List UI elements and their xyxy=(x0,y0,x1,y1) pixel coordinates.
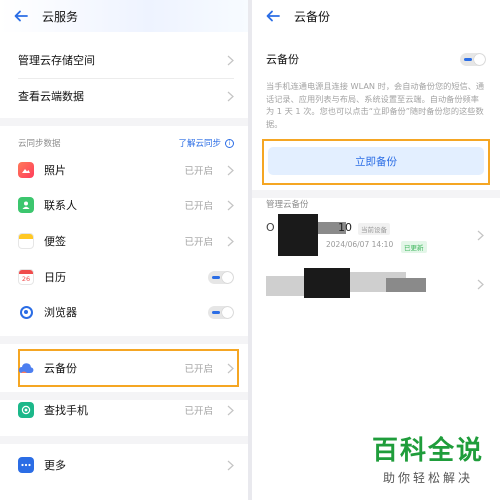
page-title: 云服务 xyxy=(42,9,79,24)
info-icon: i xyxy=(225,138,234,148)
divider xyxy=(18,78,234,79)
chevron-right-icon xyxy=(227,236,234,246)
section-gap xyxy=(0,336,248,344)
item-label: 云备份 xyxy=(44,362,77,375)
more-item[interactable]: 更多 xyxy=(0,453,248,477)
manage-storage-item[interactable]: 管理云存储空间 xyxy=(0,48,248,72)
sync-item-browser[interactable]: 浏览器 xyxy=(0,300,248,324)
sync-item-contacts[interactable]: 联系人 已开启 xyxy=(0,193,248,217)
section-gap xyxy=(0,436,248,444)
page-title: 云备份 xyxy=(294,9,331,24)
contacts-icon xyxy=(18,197,34,213)
notes-icon xyxy=(18,233,34,249)
cloud-service-panel: 云服务 管理云存储空间 查看云端数据 云同步数据 了解云同步 i 照片 已开启 … xyxy=(0,0,248,500)
item-label: 照片 xyxy=(44,164,66,177)
watermark-main: 百科全说 xyxy=(371,436,484,466)
item-label: 管理云存储空间 xyxy=(18,54,95,67)
section-label: 云同步数据 xyxy=(18,139,61,149)
backup-time: 2024/06/07 14:10 xyxy=(326,240,394,249)
cloud-backup-toggle[interactable] xyxy=(460,52,486,66)
redaction-block xyxy=(386,278,426,292)
section-gap xyxy=(0,118,248,126)
item-label: 查看云端数据 xyxy=(18,90,84,103)
chevron-right-icon xyxy=(477,279,484,290)
left-header: 云服务 xyxy=(0,0,248,32)
calendar-toggle[interactable] xyxy=(208,270,234,284)
status-text: 已开启 xyxy=(184,406,213,417)
back-arrow-icon[interactable] xyxy=(14,8,30,24)
chevron-right-icon xyxy=(227,200,234,210)
browser-toggle[interactable] xyxy=(208,305,234,319)
backup-now-button[interactable]: 立即备份 xyxy=(268,147,484,175)
learn-sync-text: 了解云同步 xyxy=(178,139,221,149)
cloud-backup-icon xyxy=(18,360,34,376)
chevron-right-icon xyxy=(227,460,234,470)
item-label: 浏览器 xyxy=(44,306,77,319)
device-name-suffix: 10 xyxy=(338,221,352,234)
sync-item-notes[interactable]: 便签 已开启 xyxy=(0,229,248,253)
backup-description: 当手机连通电源且连接 WLAN 时，会自动备份您的短信、通话记录、应用列表与布局… xyxy=(266,81,485,129)
chevron-right-icon xyxy=(477,230,484,241)
cloud-backup-toggle-row[interactable]: 云备份 xyxy=(252,47,500,71)
right-header: 云备份 xyxy=(252,0,500,32)
section-gap xyxy=(252,190,500,198)
calendar-day: 26 xyxy=(21,274,31,283)
chevron-right-icon xyxy=(227,91,234,101)
status-text: 已开启 xyxy=(184,166,213,177)
device-name-fragment: O xyxy=(266,221,275,234)
chevron-right-icon xyxy=(227,363,234,373)
status-text: 已开启 xyxy=(184,237,213,248)
redaction-block xyxy=(266,276,304,296)
more-icon xyxy=(18,457,34,473)
photos-icon xyxy=(18,162,34,178)
manage-backup-label: 管理云备份 xyxy=(266,200,309,210)
item-label: 日历 xyxy=(44,271,66,284)
item-label: 便签 xyxy=(44,235,66,248)
backup-device-item[interactable]: O 10 当前设备 2024/06/07 14:10 已更新 xyxy=(266,212,486,260)
watermark: 百科全说 助你轻松解决 xyxy=(372,430,484,486)
toggle-label: 云备份 xyxy=(266,53,299,66)
find-phone-icon xyxy=(18,402,34,418)
current-device-tag: 当前设备 xyxy=(358,223,390,235)
redaction-block xyxy=(278,214,318,256)
updated-tag: 已更新 xyxy=(401,241,427,253)
cloud-backup-item[interactable]: 云备份 已开启 xyxy=(0,356,248,380)
chevron-right-icon xyxy=(227,55,234,65)
sync-item-photos[interactable]: 照片 已开启 xyxy=(0,158,248,182)
redaction-block xyxy=(304,268,350,298)
sync-item-calendar[interactable]: 26 日历 xyxy=(0,265,248,289)
view-cloud-data-item[interactable]: 查看云端数据 xyxy=(0,84,248,108)
learn-sync-link[interactable]: 了解云同步 i xyxy=(178,137,234,149)
item-label: 更多 xyxy=(44,459,66,472)
status-text: 已开启 xyxy=(184,364,213,375)
chevron-right-icon xyxy=(227,165,234,175)
backup-device-item[interactable] xyxy=(266,262,486,306)
cloud-backup-panel: 云备份 云备份 当手机连通电源且连接 WLAN 时，会自动备份您的短信、通话记录… xyxy=(252,0,500,500)
browser-icon xyxy=(18,304,34,320)
status-text: 已开启 xyxy=(184,201,213,212)
watermark-sub: 助你轻松解决 xyxy=(382,471,473,485)
calendar-icon: 26 xyxy=(18,269,34,285)
item-label: 查找手机 xyxy=(44,404,88,417)
item-label: 联系人 xyxy=(44,199,77,212)
back-arrow-icon[interactable] xyxy=(266,8,282,24)
chevron-right-icon xyxy=(227,405,234,415)
find-phone-item[interactable]: 查找手机 已开启 xyxy=(0,398,248,422)
